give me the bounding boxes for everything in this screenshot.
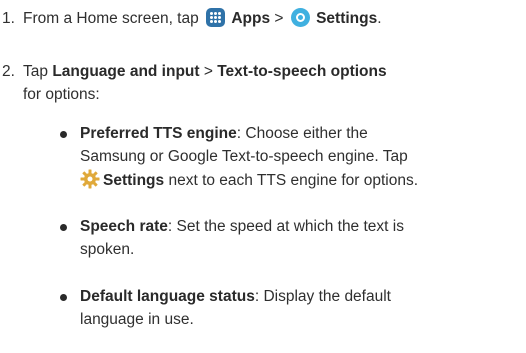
- bullet-term: Preferred TTS engine: [80, 125, 237, 142]
- bullet-default-language: Default language status: Display the def…: [80, 288, 391, 305]
- step-text: From a Home screen, tap: [23, 10, 204, 27]
- step-2-continued: for options:: [23, 86, 100, 103]
- apps-label: Apps: [231, 10, 271, 27]
- settings-label: Settings: [103, 172, 165, 189]
- bullet-term: Default language status: [80, 288, 255, 305]
- step-number: 1.: [2, 10, 15, 27]
- settings-icon: [290, 8, 310, 27]
- language-and-input-label: Language and input: [52, 63, 200, 80]
- bullet-dot: [60, 131, 67, 138]
- separator: >: [270, 10, 288, 27]
- bullet-preferred-tts-line3: Settings next to each TTS engine for opt…: [80, 169, 418, 196]
- bullet-preferred-tts: Preferred TTS engine: Choose either the: [80, 125, 368, 142]
- step-number: 2.: [2, 63, 15, 80]
- bullet-speech-rate: Speech rate: Set the speed at which the …: [80, 218, 404, 235]
- tts-options-label: Text-to-speech options: [217, 63, 387, 80]
- bullet-term: Speech rate: [80, 218, 168, 235]
- settings-label: Settings: [316, 10, 378, 27]
- gear-icon: [80, 169, 100, 196]
- bullet-dot: [60, 224, 67, 231]
- bullet-dot: [60, 294, 67, 301]
- apps-grid-icon: [206, 8, 226, 27]
